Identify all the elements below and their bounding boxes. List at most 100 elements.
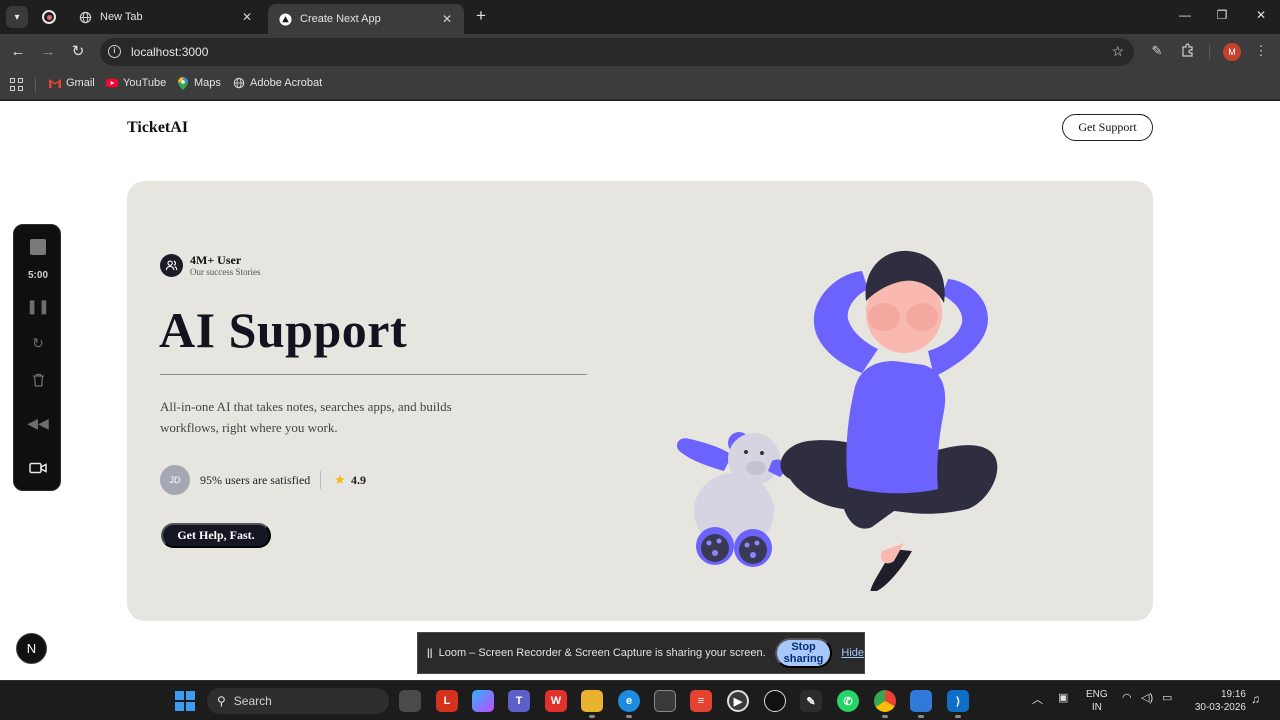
globe-icon — [78, 10, 92, 24]
tab-strip: ▾ New Tab ✕ Create Next App ✕ + — ❐ ✕ — [0, 0, 1280, 34]
battery-icon[interactable]: ▭ — [1162, 691, 1172, 704]
get-help-button[interactable]: Get Help, Fast. — [161, 523, 271, 548]
clock-time: 19:16 — [1220, 689, 1246, 700]
hero-headline: AI Support — [159, 302, 408, 358]
taskbar-search[interactable]: ⚲ Search — [207, 688, 389, 714]
chevron-up-icon[interactable]: ︿ — [1032, 691, 1043, 707]
language-indicator[interactable]: ENG IN — [1086, 688, 1108, 714]
screen-share-banner: || Loom – Screen Recorder & Screen Captu… — [417, 632, 865, 674]
hero-divider — [160, 374, 587, 375]
pause-icon[interactable]: ❚❚ — [26, 296, 49, 316]
users-icon — [160, 254, 183, 277]
teddy-bear-illustration — [676, 432, 786, 567]
tray-app-icon[interactable]: ▣ — [1058, 691, 1068, 704]
camera-icon[interactable] — [28, 458, 48, 478]
clock-date: 30-03-2026 — [1194, 702, 1246, 713]
globe-icon — [233, 77, 245, 89]
snipping-tool-icon[interactable] — [910, 690, 932, 718]
reload-icon[interactable]: ↻ — [68, 42, 88, 62]
nextjs-triangle-icon — [278, 12, 292, 26]
copilot-icon[interactable] — [472, 690, 494, 712]
wifi-icon[interactable]: ◠ — [1122, 691, 1132, 704]
maps-icon — [177, 76, 189, 90]
tab-search-button[interactable]: ▾ — [6, 6, 28, 28]
vscode-icon[interactable]: ⟩ — [947, 690, 969, 718]
trash-icon[interactable] — [28, 370, 48, 390]
kebab-menu-icon[interactable]: ⋮ — [1252, 43, 1270, 59]
window-close-icon[interactable]: ✕ — [1251, 8, 1271, 22]
address-bar[interactable]: i localhost:3000 ☆ — [100, 38, 1134, 66]
search-label: Search — [233, 694, 272, 708]
tab-title: New Tab — [100, 11, 143, 23]
drag-handle-icon[interactable]: || — [427, 648, 433, 659]
region-code: IN — [1091, 702, 1102, 713]
todoist-icon[interactable]: ≡ — [690, 690, 712, 712]
bookmarks-bar: Gmail YouTube Maps Adobe Acrobat — [0, 70, 1280, 100]
teams-icon[interactable]: T — [508, 690, 530, 712]
whatsapp-icon[interactable]: ✆ — [837, 690, 859, 712]
web-page: TicketAI Get Support 4M+ User Our succes… — [0, 101, 1280, 680]
microsoft-store-icon[interactable] — [654, 690, 676, 712]
toolbar-divider — [1209, 44, 1210, 60]
apps-grid-icon[interactable] — [10, 78, 23, 91]
share-message: Loom – Screen Recorder & Screen Capture … — [438, 647, 766, 659]
close-icon[interactable]: ✕ — [240, 10, 254, 24]
github-icon[interactable] — [764, 690, 786, 712]
site-logo[interactable]: TicketAI — [127, 119, 188, 137]
stop-recording-button[interactable] — [30, 239, 46, 255]
site-info-icon[interactable]: i — [108, 45, 121, 58]
bookmark-star-icon[interactable]: ☆ — [1111, 43, 1124, 60]
person-illustration — [780, 250, 998, 591]
bookmark-label: Gmail — [66, 77, 95, 89]
lenovo-app-icon[interactable]: L — [436, 690, 458, 712]
tab-title: Create Next App — [300, 13, 381, 25]
search-icon: ⚲ — [217, 694, 226, 708]
notification-bell-icon[interactable]: ♫ — [1251, 692, 1260, 706]
restart-icon[interactable]: ↻ — [28, 333, 48, 353]
pen-icon[interactable]: ✎ — [1148, 43, 1166, 59]
bookmark-maps[interactable]: Maps — [177, 76, 221, 90]
rating-value: 4.9 — [351, 473, 366, 487]
person-with-teddy-illustration — [676, 250, 998, 591]
bookmark-label: YouTube — [123, 77, 167, 89]
loom-recording-icon[interactable] — [42, 10, 56, 24]
language-code: ENG — [1086, 689, 1108, 700]
stop-sharing-button[interactable]: Stop sharing — [774, 638, 833, 668]
minimize-icon[interactable]: — — [1175, 8, 1195, 22]
bookmark-youtube[interactable]: YouTube — [106, 77, 166, 89]
windows-start-icon[interactable] — [175, 691, 195, 711]
satisfaction-text: 95% users are satisfied — [200, 473, 311, 487]
close-icon[interactable]: ✕ — [440, 12, 454, 26]
profile-avatar[interactable]: M — [1223, 43, 1241, 61]
tab-create-next-app[interactable]: Create Next App ✕ — [268, 4, 464, 34]
task-view-icon[interactable] — [399, 690, 421, 712]
hide-banner-link[interactable]: Hide — [841, 647, 864, 659]
forward-icon[interactable]: → — [38, 42, 58, 62]
file-explorer-icon[interactable] — [581, 690, 603, 718]
media-player-icon[interactable]: ▶ — [727, 690, 749, 712]
badge-subtitle: Our success Stories — [190, 267, 261, 277]
volume-icon[interactable]: ◁) — [1141, 691, 1153, 704]
pen-tool-icon[interactable]: ✎ — [800, 690, 822, 712]
bookmark-label: Maps — [194, 77, 221, 89]
nextjs-dev-indicator[interactable]: N — [16, 633, 47, 664]
avatar: JD — [160, 465, 190, 495]
gmail-icon — [49, 77, 61, 89]
new-tab-button[interactable]: + — [472, 7, 490, 26]
address-url[interactable]: localhost:3000 — [131, 45, 208, 59]
chrome-icon[interactable] — [874, 690, 896, 718]
system-clock[interactable]: 19:16 30-03-2026 — [1190, 688, 1246, 714]
bookmark-adobe-acrobat[interactable]: Adobe Acrobat — [233, 77, 322, 89]
extensions-puzzle-icon[interactable] — [1179, 43, 1197, 60]
wps-office-icon[interactable]: W — [545, 690, 567, 712]
windows-taskbar: ⚲ Search L T W e ≡ ▶ ✎ ✆ ⟩ ︿ ▣ ENG IN ◠ … — [0, 680, 1280, 720]
edge-icon[interactable]: e — [618, 690, 640, 718]
tab-new-tab[interactable]: New Tab ✕ — [68, 4, 264, 30]
restore-icon[interactable]: ❐ — [1212, 8, 1232, 22]
back-icon[interactable]: ← — [8, 42, 28, 62]
recording-timer: 5:00 — [27, 270, 48, 281]
bookmark-gmail[interactable]: Gmail — [49, 77, 95, 89]
star-icon: ★ — [334, 472, 346, 487]
rewind-icon[interactable]: ◀◀ — [27, 413, 49, 433]
get-support-button[interactable]: Get Support — [1062, 114, 1153, 141]
